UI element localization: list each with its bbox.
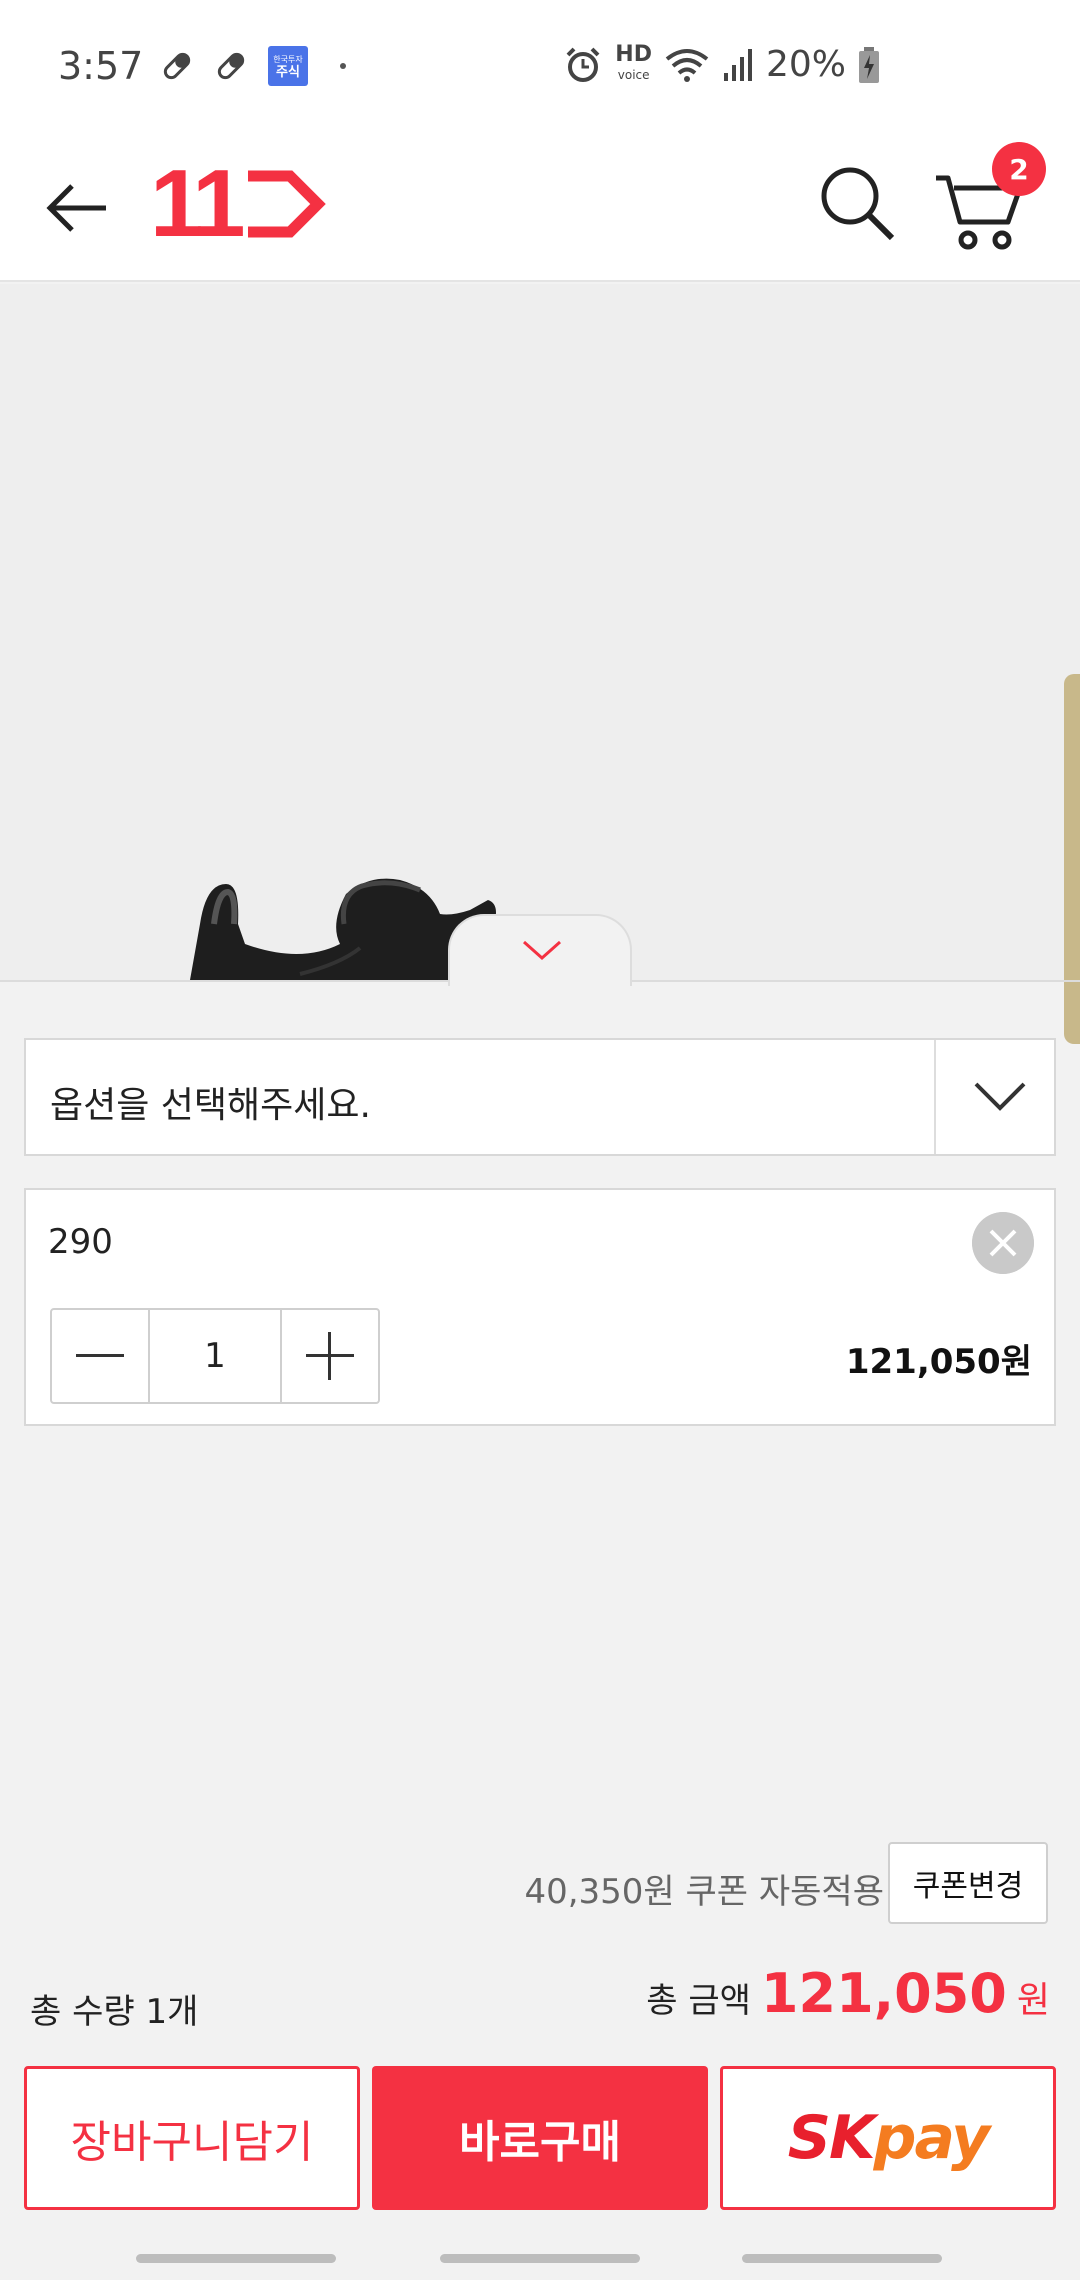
total-quantity: 총 수량 1개 <box>30 1992 199 2032</box>
option-name: 290 <box>48 1222 113 1262</box>
battery-percent: 20% <box>765 44 846 85</box>
shoe-image <box>190 878 496 980</box>
quantity-stepper: 1 <box>50 1308 380 1404</box>
remove-option-icon[interactable] <box>972 1212 1034 1274</box>
option-price: 121,050원 <box>845 1342 1032 1382</box>
skpay-logo-sk: SK <box>787 2103 876 2173</box>
chevron-down-icon <box>523 940 561 961</box>
svg-text:11: 11 <box>150 156 243 256</box>
system-icons: HD voice 20% <box>563 41 880 85</box>
stock-app-icon: 한국투자 주식 <box>268 46 308 86</box>
alarm-icon <box>566 47 600 82</box>
selected-option-card: 290 1 121,050원 <box>24 1188 1056 1426</box>
pill-icon <box>217 52 245 80</box>
search-icon[interactable] <box>814 160 900 246</box>
hd-voice-icon: HD voice <box>615 41 652 82</box>
decrease-quantity-button[interactable] <box>52 1310 150 1402</box>
system-nav-bar <box>0 2228 1080 2280</box>
skpay-logo-pay: pay <box>873 2103 991 2173</box>
total-amount: 총 금액 121,050 원 <box>646 1962 1050 2025</box>
side-drawer-handle[interactable] <box>1064 674 1080 1044</box>
status-time: 3:57 <box>58 44 144 88</box>
coupon-applied-text: 40,350원 쿠폰 자동적용 <box>524 1872 884 1912</box>
increase-quantity-button[interactable] <box>280 1310 378 1402</box>
pill-icon <box>163 52 191 80</box>
nav-recent-apps[interactable] <box>136 2254 336 2263</box>
more-notifications-dot <box>340 63 346 69</box>
nav-back[interactable] <box>742 2254 942 2263</box>
quantity-value[interactable]: 1 <box>150 1310 280 1402</box>
cart-count-badge: 2 <box>992 142 1046 196</box>
option-placeholder: 옵션을 선택해주세요. <box>50 1085 371 1126</box>
change-coupon-button[interactable]: 쿠폰변경 <box>888 1842 1048 1924</box>
option-dropdown[interactable]: 옵션을 선택해주세요. <box>24 1038 1056 1156</box>
minus-icon <box>76 1354 124 1357</box>
battery-charging-icon <box>859 46 879 83</box>
chevron-down-icon <box>974 1082 1026 1111</box>
notification-icons: 한국투자 주식 <box>160 46 346 86</box>
total-amount-label: 총 금액 <box>646 1981 751 2021</box>
buy-now-button[interactable]: 바로구매 <box>372 2066 708 2210</box>
total-amount-unit: 원 <box>1016 1980 1050 2021</box>
total-amount-value: 121,050 <box>760 1962 1007 2025</box>
dropdown-divider <box>934 1040 936 1154</box>
wifi-icon <box>665 48 709 82</box>
status-bar: 3:57 한국투자 주식 HD voice 20% <box>0 0 1080 130</box>
add-to-cart-button[interactable]: 장바구니담기 <box>24 2066 360 2210</box>
collapse-sheet-tab[interactable] <box>448 914 632 986</box>
nav-home[interactable] <box>440 2254 640 2263</box>
back-arrow-icon[interactable] <box>40 170 116 246</box>
signal-icon <box>723 48 752 81</box>
plus-icon <box>306 1332 354 1380</box>
product-image[interactable] <box>0 284 1080 980</box>
eleven-street-logo[interactable]: 11 <box>150 156 330 256</box>
app-header: 11 <box>0 130 1080 282</box>
skpay-button[interactable]: SK pay <box>720 2066 1056 2210</box>
